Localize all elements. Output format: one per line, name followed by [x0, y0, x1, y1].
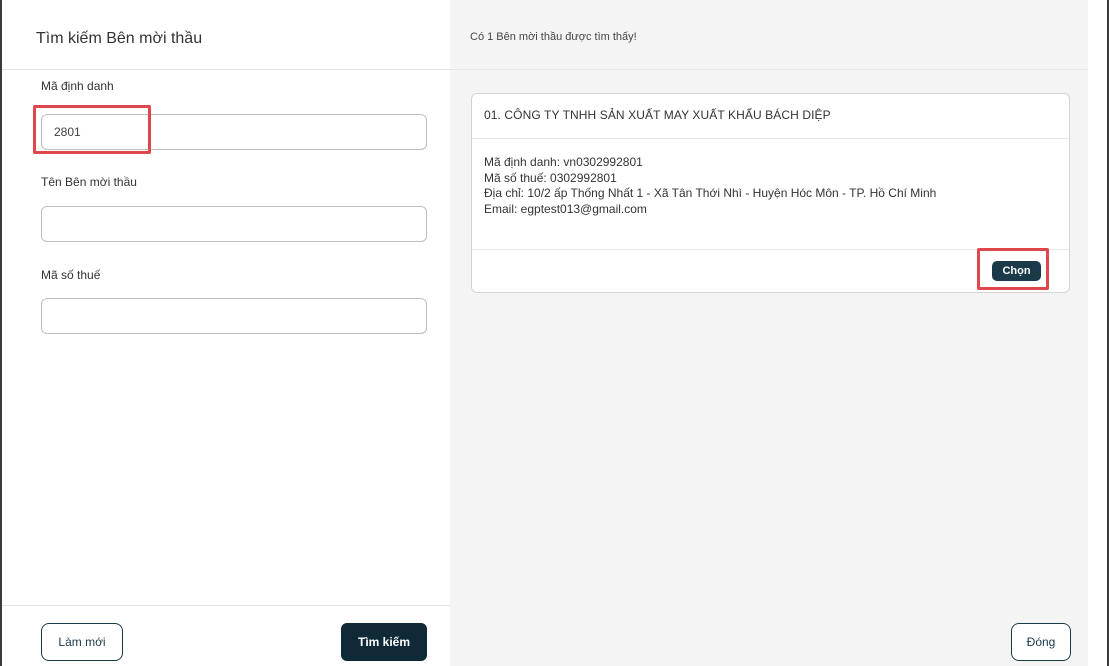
buyer-name-label: Tên Bên mời thầu — [41, 175, 137, 189]
result-address: Địa chỉ: 10/2 ấp Thống Nhất 1 - Xã Tân T… — [484, 186, 937, 200]
result-details: Mã định danh: vn0302992801 Mã số thuế: 0… — [484, 155, 936, 217]
dialog-right-margin — [1088, 0, 1107, 666]
choose-button[interactable]: Chọn — [992, 261, 1041, 281]
tax-code-input[interactable] — [41, 298, 427, 334]
results-header-divider — [450, 69, 1088, 70]
reset-button[interactable]: Làm mới — [41, 623, 123, 661]
identifier-input[interactable] — [41, 114, 427, 150]
search-panel-title: Tìm kiếm Bên mời thầu — [36, 30, 203, 47]
identifier-label: Mã định danh — [41, 79, 114, 93]
result-identifier: Mã định danh: vn0302992801 — [484, 155, 643, 169]
tax-code-label: Mã số thuế — [41, 268, 101, 282]
result-count-text: Có 1 Bên mời thầu được tìm thấy! — [470, 31, 637, 43]
search-footer-divider — [2, 605, 450, 606]
result-card: 01. CÔNG TY TNHH SẢN XUẤT MAY XUẤT KHẨU … — [471, 93, 1070, 293]
close-button[interactable]: Đóng — [1011, 623, 1071, 661]
search-button[interactable]: Tìm kiếm — [341, 623, 427, 661]
search-header-divider — [2, 69, 450, 70]
buyer-name-input[interactable] — [41, 206, 427, 242]
result-card-footer-divider — [472, 249, 1069, 250]
result-card-header: 01. CÔNG TY TNHH SẢN XUẤT MAY XUẤT KHẨU … — [472, 94, 1069, 139]
result-tax-code: Mã số thuế: 0302992801 — [484, 170, 617, 185]
result-company-name: 01. CÔNG TY TNHH SẢN XUẤT MAY XUẤT KHẨU … — [484, 108, 831, 122]
result-email: Email: egptest013@gmail.com — [484, 201, 647, 216]
